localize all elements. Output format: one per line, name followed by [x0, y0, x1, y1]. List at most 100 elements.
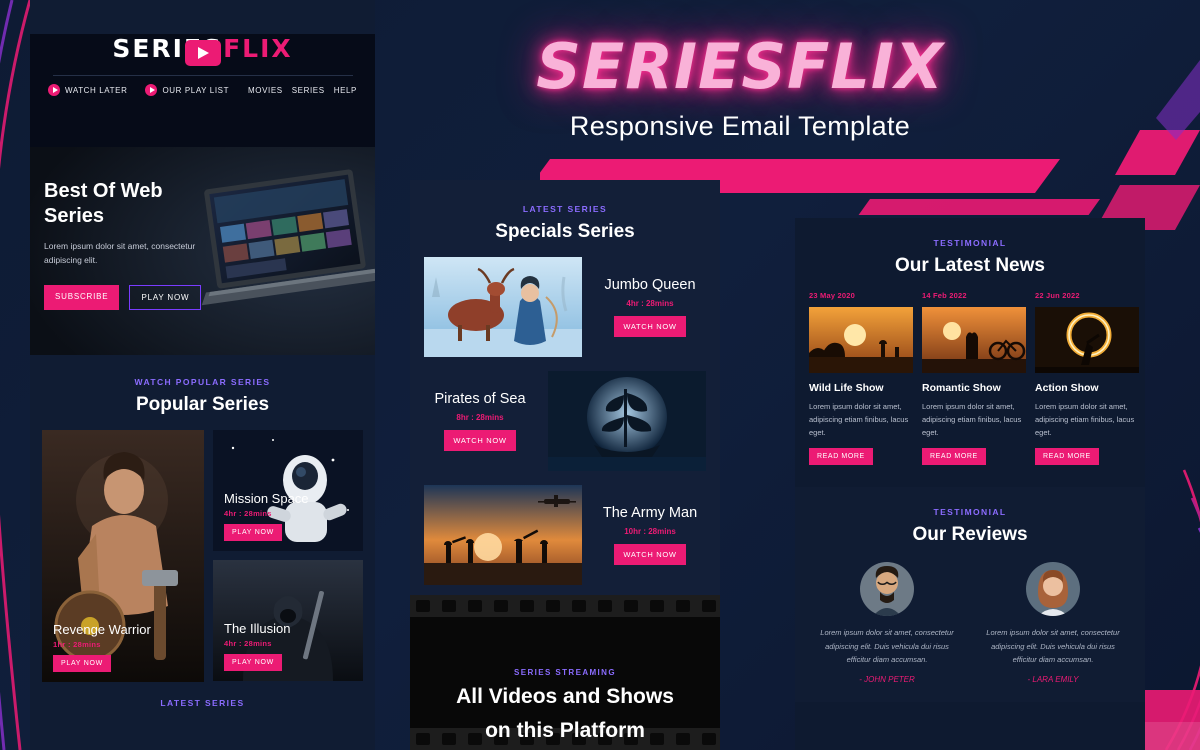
spec-time: 4hr : 28mins — [626, 299, 674, 308]
news-grid: 23 May 2020 Wild Life Show Lorem ipsum d… — [809, 291, 1139, 466]
news-card-title: Wild Life Show — [809, 382, 884, 394]
news-card-romantic-show[interactable]: 14 Feb 2022 Romantic Show Lorem ipsum do… — [922, 291, 1026, 466]
army-image — [424, 485, 582, 585]
nav-link-help[interactable]: HELP — [334, 86, 357, 95]
news-thumb — [1035, 307, 1139, 373]
reviews-title: Our Reviews — [912, 524, 1028, 546]
streaming-banner-text: SERIES STREAMING All Videos and Shows on… — [410, 668, 720, 744]
review-name: - LARA EMILY — [1027, 674, 1079, 684]
spec-time: 8hr : 28mins — [456, 413, 504, 422]
spec-title: Pirates of Sea — [434, 391, 526, 407]
popular-card-mission-space[interactable]: Mission Space 4hr : 28mins PLAY NOW — [213, 430, 363, 551]
card-time: 1hr : 28mins — [53, 640, 101, 649]
jumbo-queen-image — [424, 257, 582, 357]
specials-item-the-army-man[interactable]: The Army Man 10hr : 28mins WATCH NOW — [424, 485, 706, 585]
hero-card: Best Of Web Series Lorem ipsum dolor sit… — [30, 147, 375, 355]
card-play-button[interactable]: PLAY NOW — [224, 654, 282, 671]
news-date: 22 Jun 2022 — [1035, 291, 1080, 300]
nav-links: MOVIES SERIES HELP — [248, 86, 357, 95]
brand-part2: FLIX — [223, 34, 293, 63]
email-header: SERIES FLIX WATCH LATER OUR PLAY LIST MOV… — [30, 34, 375, 147]
read-more-button[interactable]: READ MORE — [809, 448, 873, 466]
streaming-title-line2: on this Platform — [485, 718, 645, 742]
nav-play-list[interactable]: OUR PLAY LIST — [145, 84, 229, 96]
card-title: Mission Space — [224, 491, 309, 506]
play-logo-icon — [184, 40, 221, 66]
watch-now-button[interactable]: WATCH NOW — [614, 544, 686, 565]
card-title: The Illusion — [224, 621, 291, 636]
latest-news-section: TESTIMONIAL Our Latest News 23 May 2020 — [795, 218, 1145, 466]
card-time: 4hr : 28mins — [224, 509, 272, 518]
news-and-reviews-column: TESTIMONIAL Our Latest News 23 May 2020 — [795, 218, 1145, 750]
reviews-section: TESTIMONIAL Our Reviews Lorem ipsum dolo… — [795, 487, 1145, 703]
avatar-female-image — [1026, 562, 1080, 617]
review-text: Lorem ipsum dolor sit amet, consectetur … — [820, 628, 954, 665]
specials-series-column: LATEST SERIES Specials Series Jumbo Quee… — [410, 180, 720, 750]
watch-now-button[interactable]: WATCH NOW — [614, 316, 686, 337]
spec-title: Jumbo Queen — [604, 277, 696, 293]
nav-link-movies[interactable]: MOVIES — [248, 86, 283, 95]
avatar — [1026, 562, 1080, 617]
play-now-button[interactable]: PLAY NOW — [129, 285, 202, 310]
hero-banner: SERIESFLIX Responsive Email Template — [500, 0, 980, 142]
popular-series-section: WATCH POPULAR SERIES Popular Series Reve… — [30, 355, 375, 708]
news-thumb — [809, 307, 913, 373]
news-card-title: Action Show — [1035, 382, 1099, 394]
popular-card-caption: Revenge Warrior 1hr : 28mins PLAY NOW — [53, 622, 151, 672]
specials-item-jumbo-queen[interactable]: Jumbo Queen 4hr : 28mins WATCH NOW — [424, 257, 706, 357]
avatar — [860, 562, 914, 617]
news-card-text: Lorem ipsum dolor sit amet, adipiscing e… — [809, 402, 909, 438]
army-info: The Army Man 10hr : 28mins WATCH NOW — [594, 505, 706, 565]
hero-card-text: Lorem ipsum dolor sit amet, consectetur … — [44, 241, 196, 266]
news-date: 23 May 2020 — [809, 291, 855, 300]
card-play-button[interactable]: PLAY NOW — [53, 655, 111, 672]
soldiers-sunset-image — [424, 485, 582, 585]
reviews-kicker: TESTIMONIAL — [933, 507, 1007, 518]
nav-link-series[interactable]: SERIES — [292, 86, 325, 95]
nav-play-list-label: OUR PLAY LIST — [162, 85, 230, 95]
card-play-button[interactable]: PLAY NOW — [224, 524, 282, 541]
news-thumb — [922, 307, 1026, 373]
popular-card-caption: The Illusion 4hr : 28mins PLAY NOW — [224, 621, 290, 671]
streaming-banner: SERIES STREAMING All Videos and Shows on… — [410, 595, 720, 750]
news-card-wild-life-show[interactable]: 23 May 2020 Wild Life Show Lorem ipsum d… — [809, 291, 913, 466]
watch-now-button[interactable]: WATCH NOW — [444, 430, 516, 451]
card-title: Revenge Warrior — [53, 622, 151, 637]
subscribe-button[interactable]: SUBSCRIBE — [44, 285, 120, 310]
read-more-button[interactable]: READ MORE — [1035, 448, 1099, 466]
popular-grid: Revenge Warrior 1hr : 28mins PLAY NOW Mi… — [42, 430, 363, 682]
news-kicker: TESTIMONIAL — [933, 238, 1007, 248]
pirate-ship-image — [548, 371, 706, 471]
avatar-male-image — [860, 562, 914, 617]
popular-card-the-illusion[interactable]: The Illusion 4hr : 28mins PLAY NOW — [213, 560, 363, 681]
email-template-preview: SERIESFLIX Responsive Email Template SER… — [0, 0, 1200, 750]
streaming-kicker: SERIES STREAMING — [514, 668, 616, 678]
popular-right-stack: Mission Space 4hr : 28mins PLAY NOW The … — [213, 430, 363, 682]
play-circle-icon — [48, 84, 60, 96]
hero-subtitle: Responsive Email Template — [569, 111, 911, 141]
specials-header: LATEST SERIES Specials Series Jumbo Quee… — [410, 180, 720, 585]
card-time: 4hr : 28mins — [224, 639, 272, 648]
specials-item-pirates-of-sea[interactable]: Pirates of Sea 8hr : 28mins WATCH NOW — [424, 371, 706, 471]
hero-logo: SERIESFLIX — [536, 30, 944, 103]
email-body-left-column: SERIES FLIX WATCH LATER OUR PLAY LIST MOV… — [30, 0, 375, 750]
nav-watch-later[interactable]: WATCH LATER — [48, 84, 127, 96]
fire-dancer-image — [1035, 307, 1139, 373]
news-card-action-show[interactable]: 22 Jun 2022 Action Show Lorem ipsum dolo… — [1035, 291, 1139, 466]
couple-sunset-image — [922, 307, 1026, 373]
jumbo-queen-info: Jumbo Queen 4hr : 28mins WATCH NOW — [594, 277, 706, 337]
deer-and-woman-image — [424, 257, 582, 357]
streaming-title-line1: All Videos and Shows — [456, 685, 674, 709]
specials-title: Specials Series — [495, 221, 635, 242]
popular-card-revenge-warrior[interactable]: Revenge Warrior 1hr : 28mins PLAY NOW — [42, 430, 204, 682]
read-more-button[interactable]: READ MORE — [922, 448, 986, 466]
play-circle-icon — [145, 84, 158, 96]
news-date: 14 Feb 2022 — [922, 291, 967, 300]
review-name: - JOHN PETER — [859, 674, 915, 684]
news-card-text: Lorem ipsum dolor sit amet, adipiscing e… — [1035, 402, 1135, 438]
spec-time: 10hr : 28mins — [624, 527, 676, 536]
safari-sunset-image — [809, 307, 913, 373]
pirates-info: Pirates of Sea 8hr : 28mins WATCH NOW — [424, 391, 536, 451]
pirates-image — [548, 371, 706, 471]
nav-watch-later-label: WATCH LATER — [65, 85, 128, 95]
